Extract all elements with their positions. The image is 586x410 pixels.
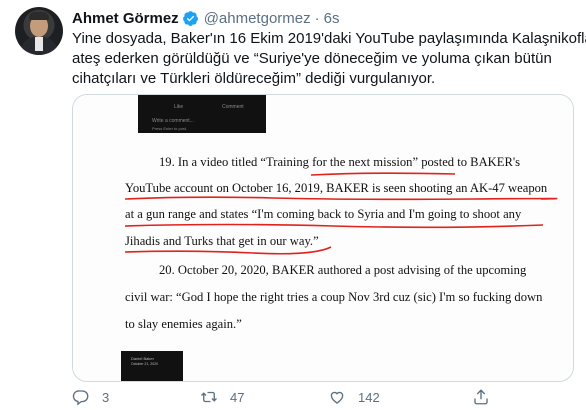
retweet-count: 47 — [230, 389, 245, 405]
court-document-page: Like Comment Write a comment... Press En… — [73, 95, 573, 381]
verified-badge-icon — [182, 10, 198, 26]
red-underline-annotation — [124, 172, 558, 255]
tweet-text: Yine dosyada, Baker'ın 16 Ekim 2019'daki… — [72, 29, 586, 89]
tweet-header: Ahmet Görmez @ahmetgormez · 6s — [72, 8, 339, 28]
tweet-text-line: Yine dosyada, Baker'ın 16 Ekim 2019'daki… — [72, 30, 586, 47]
author-name[interactable]: Ahmet Görmez — [72, 10, 179, 27]
like-button[interactable]: 142 — [328, 388, 380, 406]
heart-icon — [330, 391, 344, 404]
separator-dot: · — [314, 9, 320, 27]
tweet-actions: 3 47 142 — [72, 388, 572, 410]
author-handle[interactable]: @ahmetgormez — [204, 10, 311, 27]
tweet-time[interactable]: 6s — [324, 10, 340, 27]
share-icon — [474, 389, 488, 405]
embed-author-date: October 21, 2020 — [131, 362, 159, 366]
reply-button[interactable]: 3 — [72, 388, 109, 406]
tweet-image[interactable]: Like Comment Write a comment... Press En… — [72, 94, 574, 382]
tweet: Ahmet Görmez @ahmetgormez · 6s Yine dosy… — [0, 0, 586, 410]
retweet-button[interactable]: 47 — [200, 388, 244, 406]
embedded-post-screenshot-bottom: Daniel Baker October 21, 2020 — [121, 351, 183, 381]
reply-count: 3 — [102, 389, 110, 405]
retweet-icon — [201, 391, 217, 403]
avatar[interactable] — [15, 7, 63, 55]
tweet-text-line: ateş ederken görüldüğü ve “Suriye'ye dön… — [72, 50, 552, 67]
reply-icon — [72, 390, 89, 406]
embed-author-name: Daniel Baker — [131, 356, 154, 361]
like-count: 142 — [358, 389, 380, 405]
share-button[interactable] — [472, 388, 490, 406]
tweet-text-line: cihatçıları ve Türkleri öldüreceğim” ded… — [72, 70, 436, 87]
